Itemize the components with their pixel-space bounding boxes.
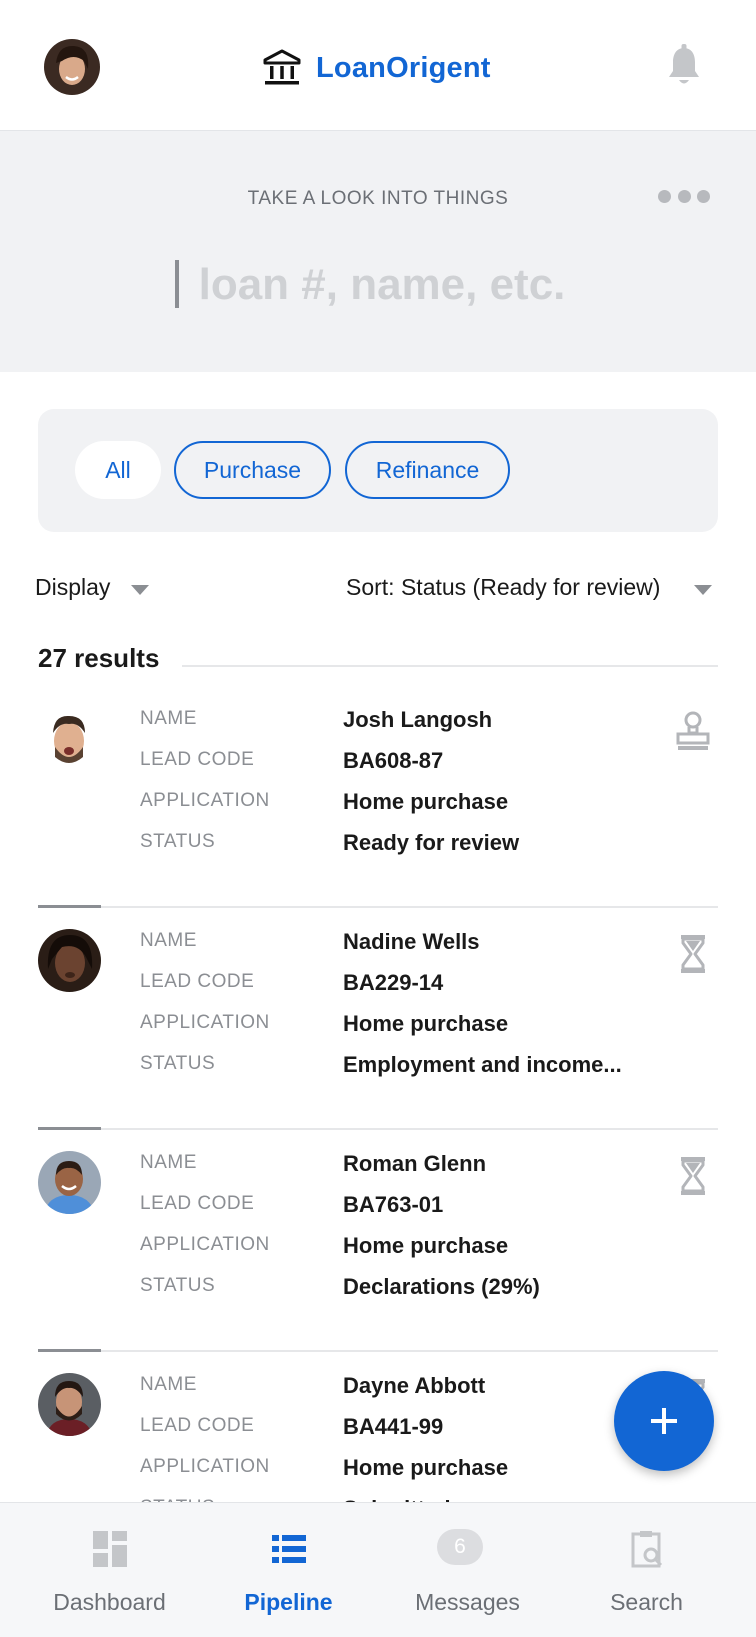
lead-code: BA763-01 (343, 1192, 444, 1217)
field-label: NAME (140, 1374, 197, 1395)
field-label: STATUS (140, 1053, 216, 1074)
search-input[interactable] (150, 252, 614, 318)
field-label: STATUS (140, 1275, 216, 1296)
field-label: STATUS (140, 831, 216, 852)
chevron-down-icon[interactable] (694, 585, 712, 595)
field-label: LEAD CODE (140, 1193, 255, 1214)
avatar (38, 1151, 101, 1214)
sort-dropdown[interactable]: Sort: Status (Ready for review) (346, 574, 660, 601)
list-icon (272, 1535, 306, 1563)
list-item[interactable]: NAME Josh Langosh LEAD CODE BA608-87 APP… (0, 696, 756, 918)
avatar (38, 707, 101, 770)
messages-badge: 6 (437, 1529, 483, 1565)
field-label: APPLICATION (140, 790, 270, 811)
user-avatar[interactable] (44, 39, 100, 95)
lead-code: BA608-87 (343, 748, 444, 773)
display-dropdown[interactable]: Display (35, 574, 110, 601)
lead-code: BA229-14 (343, 970, 444, 995)
nav-label: Pipeline (244, 1589, 333, 1615)
more-options-icon[interactable] (658, 188, 710, 204)
lead-name: Josh Langosh (343, 707, 493, 732)
field-label: NAME (140, 930, 197, 951)
field-label: LEAD CODE (140, 749, 255, 770)
lead-name: Dayne Abbott (343, 1373, 486, 1398)
application-type: Home purchase (343, 1455, 509, 1480)
application-type: Home purchase (343, 1233, 509, 1258)
field-label: APPLICATION (140, 1012, 270, 1033)
lead-status: Ready for review (343, 830, 520, 855)
divider (38, 1128, 718, 1130)
filter-chip-all[interactable]: All (75, 441, 161, 499)
lead-code: BA441-99 (343, 1414, 444, 1439)
add-lead-button[interactable] (614, 1371, 714, 1471)
divider (38, 1350, 718, 1352)
bell-icon[interactable] (666, 44, 702, 88)
list-item[interactable]: NAME Roman Glenn LEAD CODE BA763-01 APPL… (0, 1140, 756, 1362)
bottom-nav: Dashboard Pipeline 6 Messages Search (0, 1502, 756, 1637)
lead-status: Declarations (29%) (343, 1274, 540, 1299)
dashboard-icon (93, 1531, 127, 1567)
search-caption: TAKE A LOOK INTO THINGS (247, 188, 509, 209)
brand-logo: LoanOrigent (262, 44, 491, 92)
results-count: 27 results (38, 643, 160, 673)
application-type: Home purchase (343, 789, 509, 814)
divider (38, 906, 718, 908)
nav-label: Messages (415, 1589, 520, 1615)
nav-item-dashboard[interactable]: Dashboard (15, 1503, 204, 1637)
field-label: LEAD CODE (140, 1415, 255, 1436)
hourglass-icon (675, 932, 711, 976)
lead-name: Nadine Wells (343, 929, 480, 954)
divider-accent (38, 1349, 101, 1352)
filter-chip-purchase[interactable]: Purchase (174, 441, 331, 499)
nav-label: Dashboard (53, 1589, 166, 1615)
chevron-down-icon[interactable] (131, 585, 149, 595)
plus-icon (651, 1408, 677, 1434)
divider (182, 665, 718, 667)
field-label: LEAD CODE (140, 971, 255, 992)
hourglass-icon (675, 1154, 711, 1198)
application-type: Home purchase (343, 1011, 509, 1036)
list-item[interactable]: NAME Nadine Wells LEAD CODE BA229-14 APP… (0, 918, 756, 1140)
divider-accent (38, 1127, 101, 1130)
bank-icon (263, 49, 301, 85)
nav-item-search[interactable]: Search (552, 1503, 741, 1637)
lead-name: Roman Glenn (343, 1151, 487, 1176)
nav-item-messages[interactable]: 6 Messages (373, 1503, 562, 1637)
filter-chip-refinance[interactable]: Refinance (345, 441, 510, 499)
nav-item-pipeline[interactable]: Pipeline (194, 1503, 383, 1637)
search-clipboard-icon (631, 1531, 663, 1568)
brand-name: LoanOrigent (316, 51, 491, 84)
field-label: APPLICATION (140, 1234, 270, 1255)
stamp-icon (675, 710, 711, 754)
lead-status: Employment and income... (343, 1052, 622, 1077)
avatar (38, 1373, 101, 1436)
field-label: NAME (140, 1152, 197, 1173)
avatar (38, 929, 101, 992)
field-label: NAME (140, 708, 197, 729)
field-label: APPLICATION (140, 1456, 270, 1477)
divider-accent (38, 905, 101, 908)
nav-label: Search (610, 1589, 683, 1615)
